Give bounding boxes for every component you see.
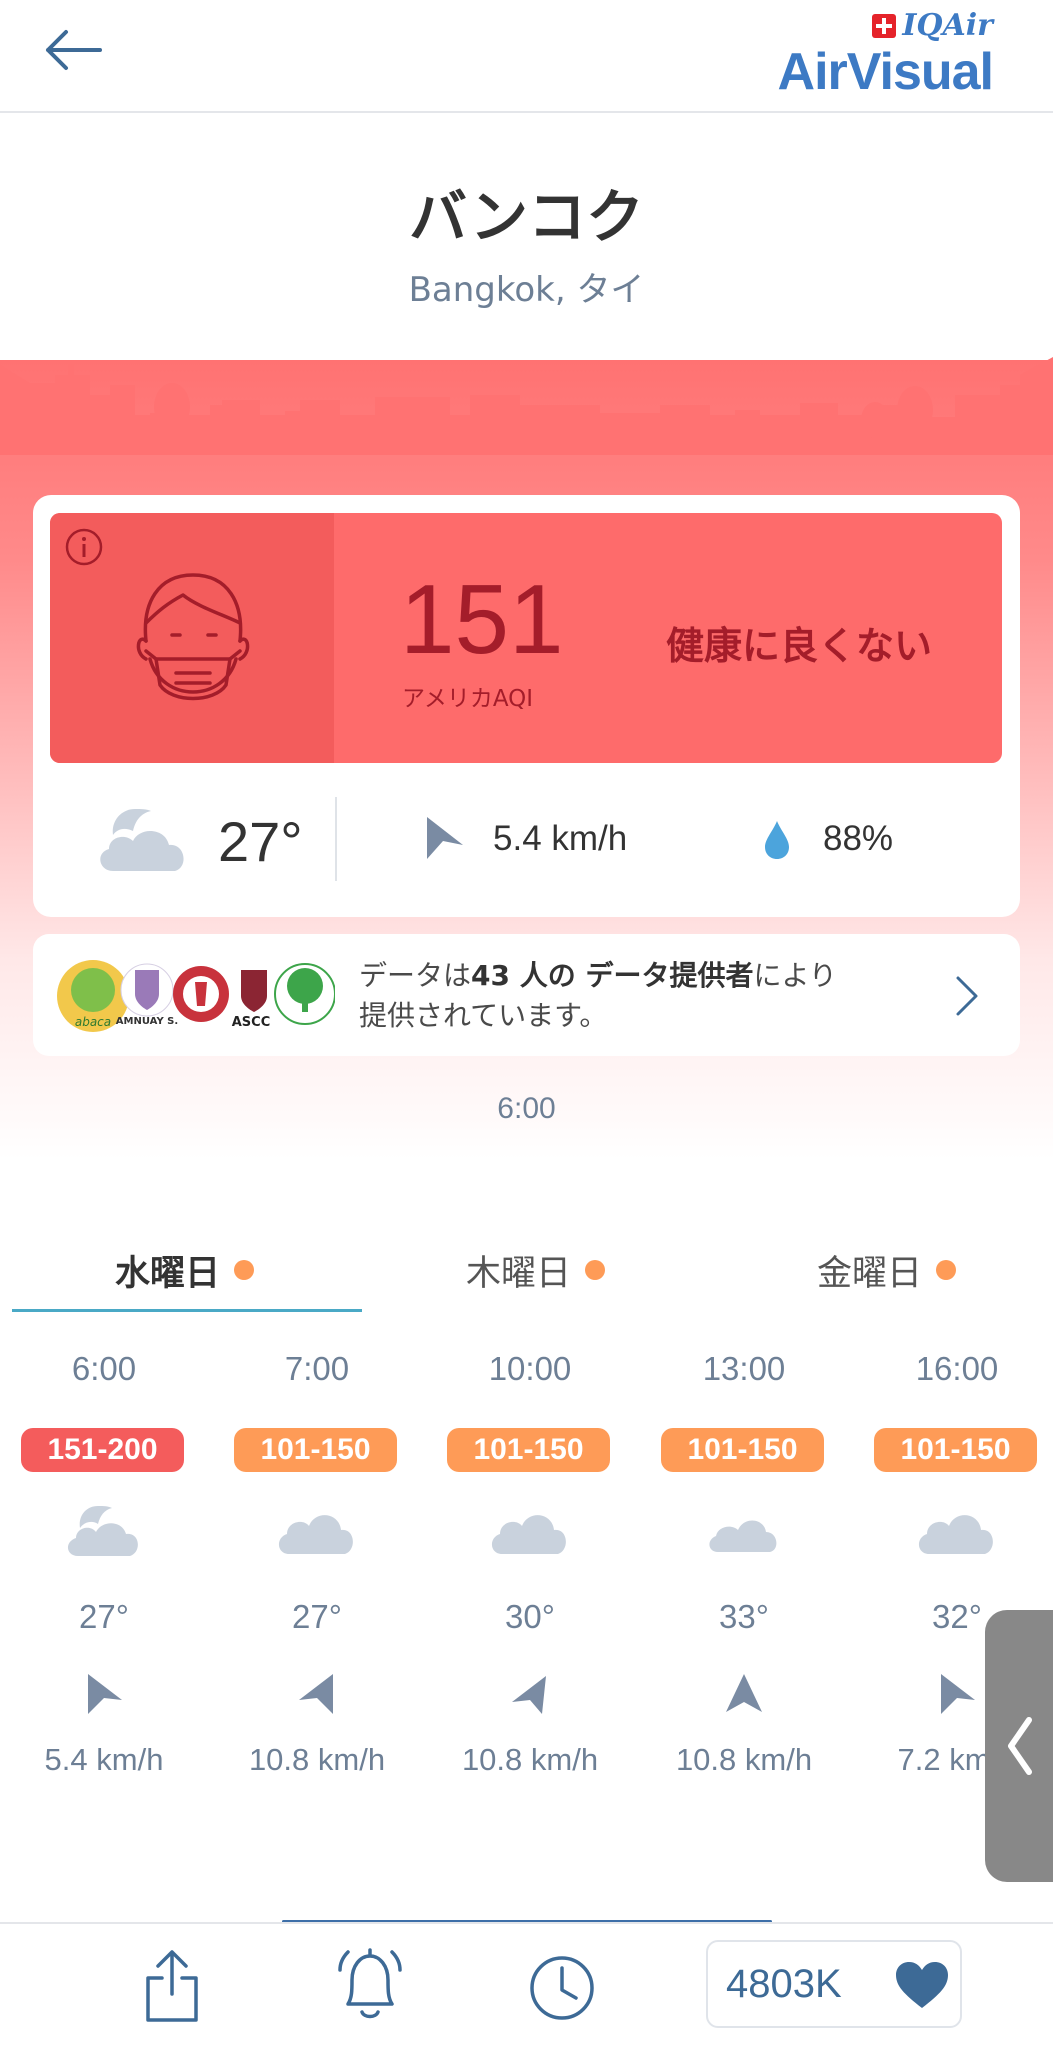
like-count: 4803K xyxy=(726,1962,842,2006)
clock-icon[interactable] xyxy=(528,1954,596,2022)
hourly-item: 6:00 151-200 27° 5.4 km/h xyxy=(9,1350,199,1800)
city-skyline-illustration xyxy=(0,357,1053,455)
wind-direction-icon xyxy=(427,817,463,859)
tab-day-label: 水曜日 xyxy=(115,1253,221,1294)
wind-direction-icon xyxy=(88,1674,122,1714)
hourly-time: 6:00 xyxy=(71,1350,137,1387)
back-arrow-icon xyxy=(46,30,102,70)
cloud-icon xyxy=(491,1515,566,1554)
cloud-icon xyxy=(709,1520,777,1552)
aqi-dot xyxy=(585,1260,606,1280)
hourly-item: 13:00 101-150 33° 10.8 km/h xyxy=(649,1350,839,1800)
aqi-panel[interactable]: 151 アメリカAQI 健康に良くない xyxy=(50,513,1002,763)
hourly-aqi-badge: 101-150 xyxy=(874,1428,1037,1472)
active-tab-indicator xyxy=(12,1309,362,1312)
wind-direction-icon xyxy=(512,1676,546,1714)
svg-text:AMNUAY S.: AMNUAY S. xyxy=(116,1016,178,1027)
wind-direction-icon xyxy=(299,1674,333,1714)
hourly-forecast[interactable]: 6:00 151-200 27° 5.4 km/h 7:00 101-150 2… xyxy=(0,1350,1053,1800)
hourly-item: 10:00 101-150 30° 10.8 km/h xyxy=(435,1350,625,1800)
hourly-temp: 27° xyxy=(79,1598,129,1635)
hourly-wind: 10.8 km/h xyxy=(248,1742,386,1777)
update-time: 6:00 xyxy=(497,1092,556,1125)
current-wind-speed: 5.4 km/h xyxy=(493,819,628,858)
hourly-aqi-badge: 101-150 xyxy=(447,1428,610,1472)
hourly-wind: 10.8 km/h xyxy=(675,1742,813,1777)
contributors-text-line2: 提供されています。 xyxy=(359,999,608,1032)
chevron-right-icon[interactable] xyxy=(952,974,980,1018)
hourly-aqi-badge: 101-150 xyxy=(234,1428,397,1472)
contributors-card[interactable]: abaca AMNUAY S. ASCC データは43 人の データ提供者により… xyxy=(33,934,1020,1056)
share-icon[interactable] xyxy=(142,1948,202,2024)
current-weather-row: 27° 5.4 km/h 88% xyxy=(33,781,1020,901)
day-tabs: 水曜日 木曜日 金曜日 xyxy=(0,1230,1053,1310)
face-mask-icon xyxy=(136,573,250,701)
contributors-text: データは43 人の データ提供者により 提供されています。 xyxy=(359,956,959,1036)
aqi-value: 151 xyxy=(400,564,564,674)
tab-day-1[interactable]: 水曜日 xyxy=(115,1230,255,1310)
partly-cloudy-night-icon xyxy=(67,1506,138,1556)
weather-divider xyxy=(335,797,337,881)
hourly-wind: 5.4 km/h xyxy=(44,1742,164,1777)
hourly-temp: 33° xyxy=(719,1598,769,1635)
aqi-status: 健康に良くない xyxy=(666,624,933,668)
brand-iqair: IQAir xyxy=(902,8,993,43)
hourly-time: 16:00 xyxy=(915,1350,999,1387)
hourly-time: 10:00 xyxy=(488,1350,572,1387)
chevron-left-icon xyxy=(1008,1717,1032,1775)
heart-icon xyxy=(896,1962,948,2008)
aqi-dot xyxy=(234,1260,255,1280)
like-button[interactable]: 4803K xyxy=(706,1940,962,2028)
svg-text:ASCC: ASCC xyxy=(232,1015,271,1030)
wind-direction-icon xyxy=(726,1674,762,1712)
current-humidity: 88% xyxy=(823,819,894,858)
hourly-aqi-badge: 101-150 xyxy=(661,1428,824,1472)
aqi-dot xyxy=(936,1260,957,1280)
svg-text:abaca: abaca xyxy=(75,1015,111,1029)
cloud-icon xyxy=(918,1515,993,1554)
wind-direction-icon xyxy=(941,1674,975,1714)
contributors-text-pre: データは xyxy=(359,959,472,992)
tab-day-label: 木曜日 xyxy=(466,1253,572,1294)
hourly-time: 7:00 xyxy=(284,1350,350,1387)
contributors-count: 43 人の データ提供者 xyxy=(471,959,754,992)
hourly-wind: 10.8 km/h xyxy=(461,1742,599,1777)
swiss-flag-icon xyxy=(872,13,897,38)
humidity-drop-icon xyxy=(765,821,789,859)
brand-airvisual: AirVisual xyxy=(777,43,994,101)
hourly-temp: 27° xyxy=(292,1598,342,1635)
bottom-toolbar: 4803K xyxy=(0,1922,1053,2048)
city-title: バンコク xyxy=(409,183,644,251)
brand-logo: IQAir AirVisual xyxy=(743,8,994,101)
tab-day-2[interactable]: 木曜日 xyxy=(466,1230,606,1310)
contributor-logos: abaca AMNUAY S. ASCC xyxy=(57,960,335,1032)
hourly-temp: 30° xyxy=(505,1598,555,1635)
info-icon[interactable] xyxy=(64,527,104,567)
bell-icon[interactable] xyxy=(334,1946,406,2026)
tab-day-3[interactable]: 金曜日 xyxy=(817,1230,957,1310)
partly-cloudy-night-icon xyxy=(100,809,184,871)
city-subtitle: Bangkok, タイ xyxy=(408,270,645,310)
aqi-unit-label: アメリカAQI xyxy=(402,686,534,712)
tab-day-label: 金曜日 xyxy=(817,1253,923,1294)
hourly-time: 13:00 xyxy=(702,1350,786,1387)
aqi-card[interactable]: 151 アメリカAQI 健康に良くない 27° 5.4 km/h 88% xyxy=(33,495,1020,917)
hourly-aqi-badge: 151-200 xyxy=(21,1428,184,1472)
hourly-item: 7:00 101-150 27° 10.8 km/h xyxy=(222,1350,412,1800)
contributors-text-post: により xyxy=(753,959,837,992)
app-header: IQAir AirVisual xyxy=(0,0,1053,113)
current-temperature: 27° xyxy=(218,810,303,873)
aqi-icon-panel xyxy=(50,513,334,763)
back-button[interactable] xyxy=(40,22,110,78)
side-drawer-handle[interactable] xyxy=(985,1610,1053,1882)
cloud-icon xyxy=(278,1515,353,1554)
